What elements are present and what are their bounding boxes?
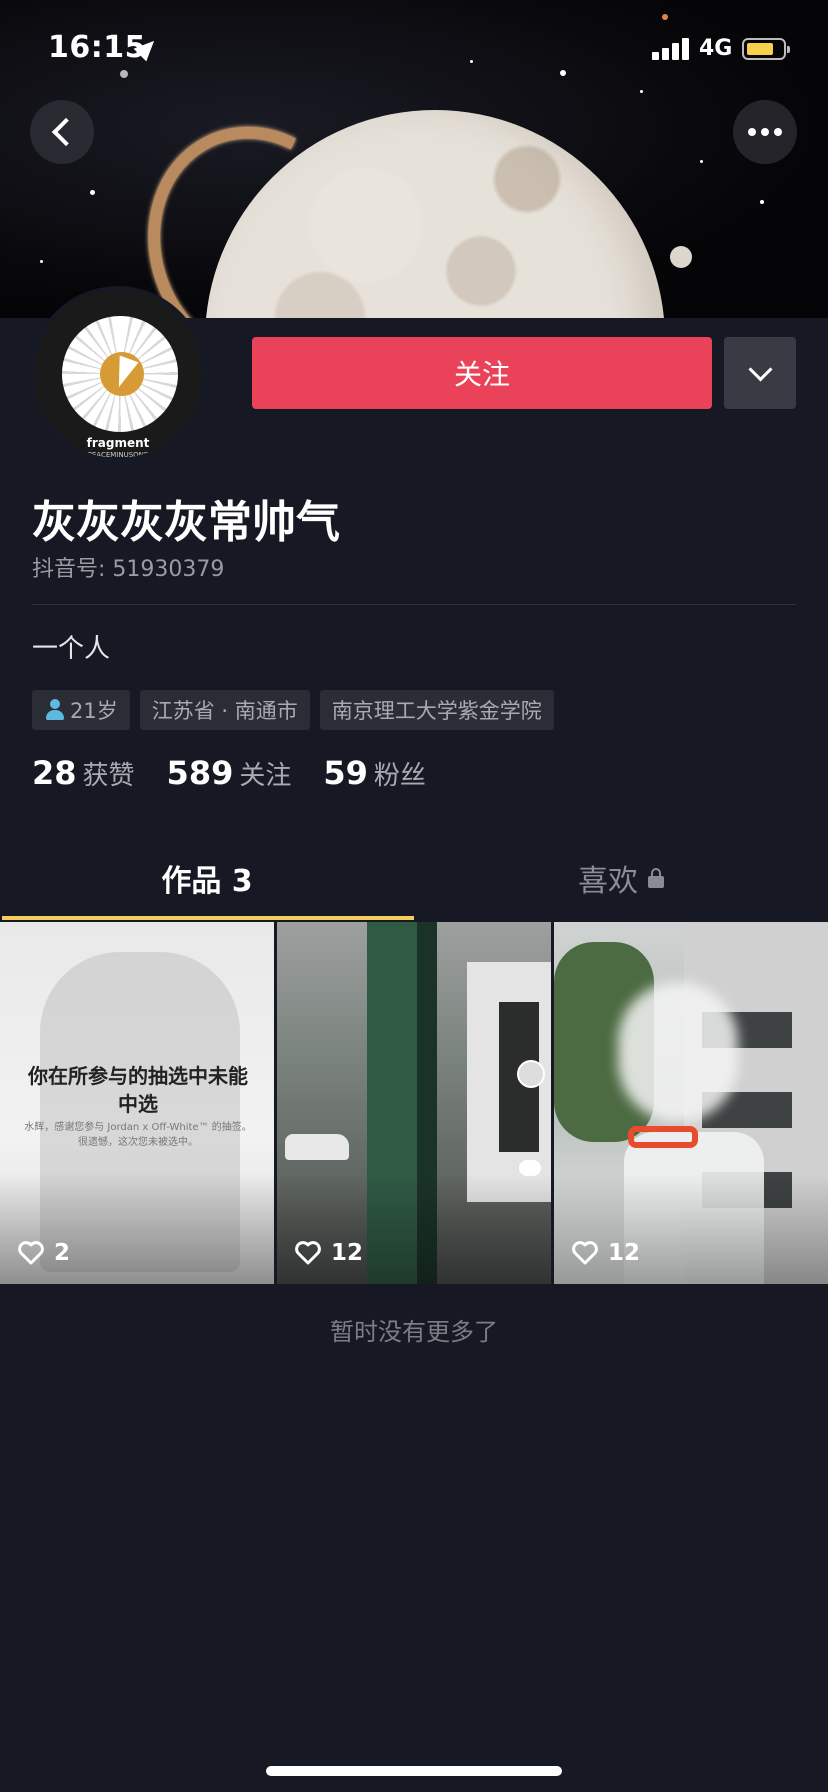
profile-bio: 一个人 xyxy=(32,634,111,664)
like-count: 12 xyxy=(572,1240,640,1266)
stat-following[interactable]: 589 关注 xyxy=(167,754,292,792)
douyin-id: 抖音号: 51930379 xyxy=(32,557,225,582)
stat-followers[interactable]: 59 粉丝 xyxy=(323,754,426,792)
tab-works[interactable]: 作品 3 xyxy=(0,836,414,920)
heart-outline-icon xyxy=(295,1241,321,1265)
video-grid: 你在所参与的抽选中未能中选 水辉，感谢您参与 Jordan x Off-Whit… xyxy=(0,922,828,1284)
home-indicator[interactable] xyxy=(266,1766,562,1776)
thumbnail-title: 你在所参与的抽选中未能中选 xyxy=(28,1064,248,1116)
stat-likes[interactable]: 28 获赞 xyxy=(32,754,135,792)
battery-icon xyxy=(742,38,790,60)
video-thumbnail[interactable]: 你在所参与的抽选中未能中选 水辉，感谢您参与 Jordan x Off-Whit… xyxy=(0,922,274,1284)
lock-icon xyxy=(648,868,664,888)
like-count: 2 xyxy=(18,1240,70,1266)
chevron-left-icon xyxy=(51,117,81,147)
no-more-content-text: 暂时没有更多了 xyxy=(330,1318,498,1346)
recommend-dropdown-button[interactable] xyxy=(724,337,796,409)
thumbnail-subtitle: 水辉，感谢您参与 Jordan x Off-White™ 的抽签。很遗憾，这次您… xyxy=(24,1122,252,1148)
video-thumbnail[interactable]: 12 xyxy=(277,922,551,1284)
moon-image xyxy=(670,246,692,268)
profile-tags: 21岁 江苏省 · 南通市 南京理工大学紫金学院 xyxy=(32,690,554,730)
person-icon xyxy=(44,699,66,721)
divider xyxy=(32,604,796,605)
like-count: 12 xyxy=(295,1240,363,1266)
avatar-caption: fragment xyxy=(86,436,150,450)
profile-tabs: 作品 3 喜欢 xyxy=(0,836,828,920)
chevron-down-icon xyxy=(747,356,773,382)
tag-location: 江苏省 · 南通市 xyxy=(139,690,310,730)
status-bar: 16:15 4G xyxy=(0,0,828,100)
avatar-subcaption: PEACEMINUSONE xyxy=(87,451,149,459)
heart-outline-icon xyxy=(18,1241,44,1265)
avatar[interactable]: fragment PEACEMINUSONE xyxy=(30,286,206,462)
heart-outline-icon xyxy=(572,1241,598,1265)
video-thumbnail[interactable]: 12 xyxy=(554,922,828,1284)
follow-button[interactable]: 关注 xyxy=(252,337,712,409)
active-tab-indicator xyxy=(2,916,414,920)
more-dots-icon xyxy=(748,128,782,136)
tag-school: 南京理工大学紫金学院 xyxy=(319,690,554,730)
profile-stats: 28 获赞 589 关注 59 粉丝 xyxy=(32,754,426,792)
network-type: 4G xyxy=(699,36,733,61)
status-time: 16:15 xyxy=(48,30,146,65)
more-options-button[interactable] xyxy=(733,100,797,164)
cellular-signal-icon xyxy=(652,36,692,60)
tag-age: 21岁 xyxy=(32,690,130,730)
back-button[interactable] xyxy=(30,100,94,164)
profile-name: 灰灰灰灰常帅气 xyxy=(32,497,340,548)
tab-likes[interactable]: 喜欢 xyxy=(414,836,828,920)
